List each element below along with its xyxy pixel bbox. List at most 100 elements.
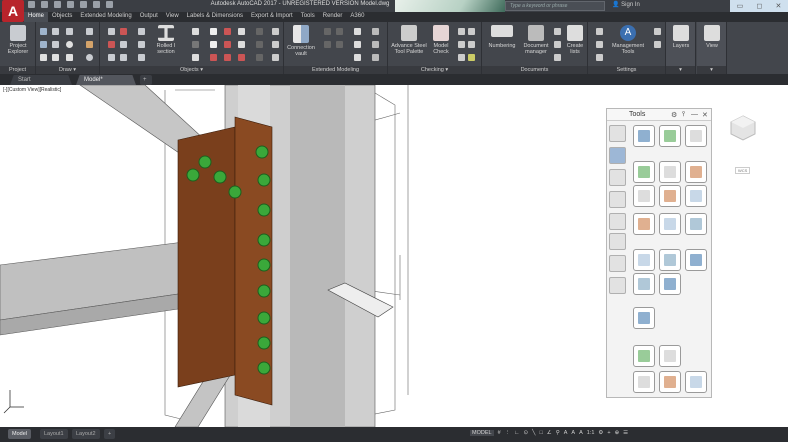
tool-palette-button[interactable]: Advance Steel Tool Palette (388, 25, 430, 55)
connection-tool-button[interactable] (685, 185, 707, 207)
connection-tool-button[interactable] (633, 273, 655, 295)
pattern-icon[interactable] (256, 28, 263, 35)
joint3-icon[interactable] (336, 28, 343, 35)
create-lists-button[interactable]: Create lists (564, 25, 586, 55)
settings-icon[interactable]: ⚙ (671, 111, 677, 119)
grid-icon[interactable] (86, 28, 93, 35)
model-check-button[interactable]: Model Check (430, 25, 452, 55)
pattern2-icon[interactable] (256, 41, 263, 48)
rotate-icon[interactable] (40, 41, 47, 48)
connection-tool-button[interactable] (659, 249, 681, 271)
connection-tool-button[interactable] (633, 185, 655, 207)
rectangle-icon[interactable] (52, 54, 59, 61)
doc3-icon[interactable] (554, 54, 561, 61)
tab-home[interactable]: Home (24, 12, 49, 22)
status-toggle-button[interactable]: ⋮ (505, 430, 511, 436)
connection-tool-button[interactable] (685, 249, 707, 271)
polyline-icon[interactable] (52, 28, 59, 35)
status-toggle-button[interactable]: A (564, 430, 568, 436)
tab-extended-modeling[interactable]: Extended Modeling (76, 12, 135, 22)
palette-category-tab[interactable] (609, 125, 626, 142)
ucs-icon[interactable] (86, 41, 93, 48)
column-icon[interactable] (138, 28, 145, 35)
rolled-i-section-button[interactable]: Rolled I section (150, 25, 182, 55)
layout-tab-layout2[interactable]: Layout2 (72, 429, 100, 439)
view-expand[interactable]: ▾ (697, 66, 726, 74)
redo-icon[interactable] (106, 1, 113, 8)
tab-objects[interactable]: Objects (48, 12, 76, 22)
stair-icon[interactable] (138, 54, 145, 61)
feature-icon[interactable] (210, 54, 217, 61)
setting3-icon[interactable] (596, 54, 603, 61)
setting2-icon[interactable] (596, 41, 603, 48)
connection-tool-button[interactable] (659, 371, 681, 393)
application-menu-button[interactable]: A (2, 0, 24, 22)
connection-tool-button[interactable] (633, 249, 655, 271)
setting-icon[interactable] (596, 28, 603, 35)
palette-category-tab[interactable] (609, 213, 626, 230)
connection-tool-button[interactable] (659, 345, 681, 367)
tool-icon[interactable] (372, 28, 379, 35)
viewport-controls-label[interactable]: [-][Custom View][Realistic] (3, 87, 61, 93)
palette-category-tab[interactable] (609, 191, 626, 208)
file-tab-model[interactable]: Model* (76, 75, 136, 85)
status-toggle-button[interactable]: A (579, 430, 583, 436)
beam-icon[interactable] (108, 28, 115, 35)
check2-icon[interactable] (468, 28, 475, 35)
status-toggle-button[interactable]: ⚙ (598, 430, 603, 436)
corner-icon[interactable] (238, 28, 245, 35)
connection-tool-button[interactable] (685, 161, 707, 183)
tool3-icon[interactable] (372, 54, 379, 61)
doc2-icon[interactable] (554, 41, 561, 48)
project-explorer-button[interactable]: Project Explorer (3, 25, 33, 55)
add-layout-button[interactable]: + (104, 429, 116, 439)
layers-button[interactable]: Layers (668, 25, 694, 49)
circle-icon[interactable] (66, 41, 73, 48)
wcs-menu[interactable]: WCS (735, 167, 751, 174)
line-icon[interactable] (40, 28, 47, 35)
weld-icon[interactable] (120, 41, 127, 48)
panel-label-objects[interactable]: Objects ▾ (100, 66, 283, 74)
shape3-icon[interactable] (192, 54, 199, 61)
numbering-button[interactable]: Numbering (486, 25, 518, 49)
connection-tool-button[interactable] (633, 345, 655, 367)
maximize-icon[interactable]: ◻ (756, 2, 762, 10)
status-toggle-button[interactable]: ⊕ (615, 430, 620, 436)
check5-icon[interactable] (458, 54, 465, 61)
level-icon[interactable] (272, 54, 279, 61)
drawing-viewport[interactable]: [-][Custom View][Realistic] WCS Tools ⚙ … (0, 85, 788, 427)
cut-icon[interactable] (224, 28, 231, 35)
close-palette-icon[interactable]: ✕ (702, 111, 708, 119)
joint-icon[interactable] (272, 28, 279, 35)
tab-view[interactable]: View (162, 12, 183, 22)
connection-tool-button[interactable] (685, 371, 707, 393)
shape4-icon[interactable] (238, 41, 245, 48)
lock-icon[interactable] (354, 28, 361, 35)
shape-icon[interactable] (192, 28, 199, 35)
panel-label-checking[interactable]: Checking ▾ (388, 66, 481, 74)
view-button[interactable]: View (699, 25, 725, 49)
grating-icon[interactable] (108, 54, 115, 61)
palette-category-tab[interactable] (609, 277, 626, 294)
connection-tool-button[interactable] (633, 371, 655, 393)
palette-category-tab[interactable] (609, 147, 626, 164)
connection-tool-button[interactable] (633, 125, 655, 147)
connection-tool-button[interactable] (659, 185, 681, 207)
status-toggle-button[interactable]: ⊙ (524, 430, 529, 436)
palette-category-tab[interactable] (609, 233, 626, 250)
panel-label-draw[interactable]: Draw ▾ (36, 66, 99, 74)
management-tools-button[interactable]: A Management Tools (608, 25, 648, 55)
sign-in-button[interactable]: 👤 Sign In (612, 1, 640, 8)
shape2-icon[interactable] (192, 41, 199, 48)
palette-category-tab[interactable] (609, 169, 626, 186)
save-as-icon[interactable] (67, 1, 74, 8)
tab-tools[interactable]: Tools (297, 12, 319, 22)
joint5-icon[interactable] (336, 41, 343, 48)
unlock-icon[interactable] (354, 41, 361, 48)
status-toggle-button[interactable]: ☰ (623, 430, 628, 436)
undo-icon[interactable] (93, 1, 100, 8)
connection-tool-button[interactable] (659, 213, 681, 235)
connection-tool-button[interactable] (659, 161, 681, 183)
viewcube[interactable] (728, 113, 758, 143)
check-icon[interactable] (458, 28, 465, 35)
